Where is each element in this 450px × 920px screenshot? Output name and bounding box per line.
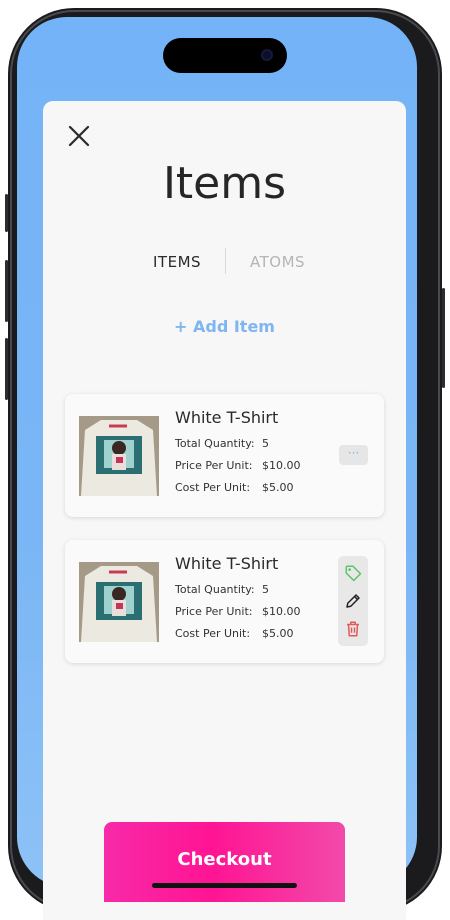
tab-divider [225,248,226,274]
item-thumbnail [79,416,159,496]
tab-bar: ITEMS ATOMS [43,248,406,278]
checkout-button[interactable]: Checkout [104,822,345,902]
more-dots-icon: ··· [347,446,360,460]
cost-per-unit-value: $5.00 [262,481,294,494]
power-button [442,288,445,388]
camera-icon [261,49,273,61]
item-name: White T-Shirt [175,408,279,427]
item-name: White T-Shirt [175,554,279,573]
total-quantity-value: 5 [262,583,269,596]
tab-atoms[interactable]: ATOMS [250,253,305,271]
volume-down-button [5,338,8,400]
cost-per-unit-label: Cost Per Unit: [175,627,251,640]
cost-per-unit-label: Cost Per Unit: [175,481,251,494]
trash-icon[interactable] [344,620,362,638]
price-per-unit-label: Price Per Unit: [175,459,253,472]
page-title: Items [162,158,287,209]
total-quantity-label: Total Quantity: [175,583,255,596]
total-quantity-label: Total Quantity: [175,437,255,450]
close-icon[interactable] [67,124,91,148]
item-card[interactable]: White T-Shirt Total Quantity: 5 Price Pe… [65,540,384,663]
item-actions-menu [338,556,368,646]
dynamic-island [163,38,287,73]
home-indicator [152,883,297,888]
silent-switch [5,194,8,232]
more-options-button[interactable]: ··· [339,445,368,465]
item-card[interactable]: White T-Shirt Total Quantity: 5 Price Pe… [65,394,384,517]
total-quantity-value: 5 [262,437,269,450]
tag-icon[interactable] [344,564,362,582]
item-thumbnail [79,562,159,642]
pencil-icon[interactable] [344,592,362,610]
tab-items[interactable]: ITEMS [153,253,201,271]
price-per-unit-label: Price Per Unit: [175,605,253,618]
add-item-button[interactable]: + Add Item [43,317,406,336]
price-per-unit-value: $10.00 [262,605,301,618]
volume-up-button [5,260,8,322]
price-per-unit-value: $10.00 [262,459,301,472]
cost-per-unit-value: $5.00 [262,627,294,640]
